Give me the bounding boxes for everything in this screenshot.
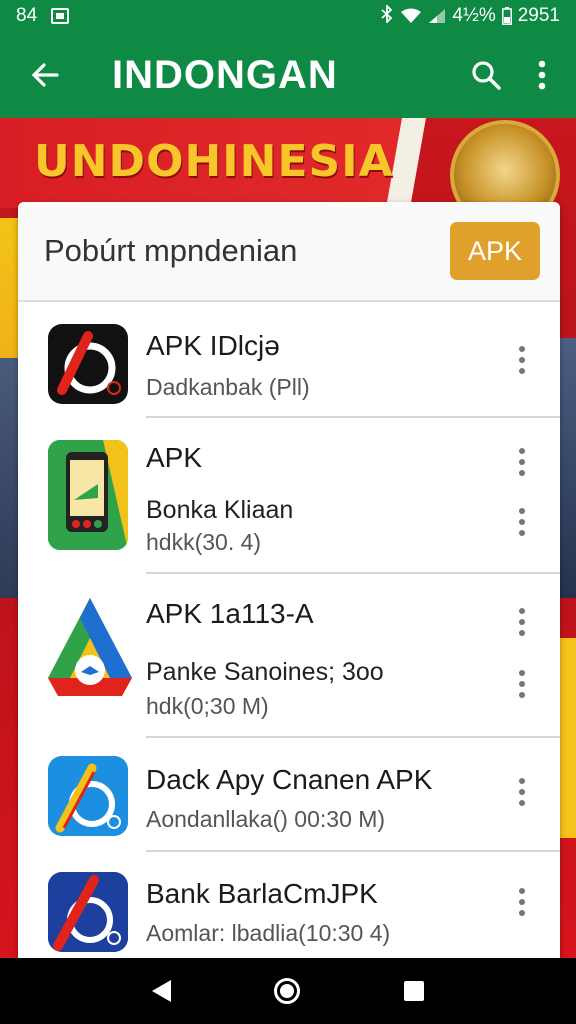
nav-recents-icon[interactable] — [404, 981, 425, 1001]
list-item[interactable]: Bank BarlaCmJPK Aomlar: lbadlia(10:30 4) — [18, 852, 560, 958]
battery-percent: 4½% — [452, 5, 496, 26]
list-item[interactable]: Dack Apy Cnanen APK Aondanllaka() 00:30 … — [18, 738, 560, 852]
system-nav-bar — [0, 958, 576, 1024]
item-subtitle: Aomlar: lbadlia(10:30 4) — [146, 920, 391, 946]
banner-title: UNDOHINESIA — [34, 136, 394, 187]
item-menu-icon[interactable] — [512, 342, 532, 378]
battery-icon — [501, 7, 512, 25]
list-item[interactable]: APK 1a113-A Panke Sanoines; 3oo hdk(0;30… — [18, 574, 560, 738]
bluetooth-icon — [380, 3, 394, 28]
app-list-card: Pobúrt mpndenian APK APK IDlcjə Dadkanb… — [18, 202, 560, 958]
item-name: APK IDlcjə — [146, 330, 280, 361]
item-menu-icon[interactable] — [512, 504, 532, 540]
app-logo-red-icon — [48, 324, 128, 404]
list-item[interactable]: APK Bonka Kliaan hdkk(30. 4) — [18, 418, 560, 574]
card-header: Pobúrt mpndenian APK — [18, 202, 560, 302]
more-options-button[interactable] — [514, 47, 570, 103]
item-text: Bank BarlaCmJPK Aomlar: lbadlia(10:30 4) — [146, 878, 390, 947]
item-subtitle: Panke Sanoines; 3oo — [146, 658, 384, 686]
item-text: APK Bonka Kliaan hdkk(30. 4) — [146, 442, 293, 556]
nav-home-icon[interactable] — [274, 978, 301, 1004]
nav-back-icon[interactable] — [151, 980, 171, 1002]
wifi-icon — [400, 8, 422, 24]
notification-icon — [51, 8, 70, 24]
status-left: 84 — [16, 5, 70, 27]
item-subtitle-2: hdkk(30. 4) — [146, 529, 262, 555]
item-text: APK 1a113-A Panke Sanoines; 3oo hdk(0;30… — [146, 598, 384, 720]
card-title: Pobúrt mpndenian — [44, 233, 298, 268]
search-icon — [472, 61, 501, 90]
more-vert-icon — [538, 60, 546, 90]
signal-icon — [428, 8, 446, 24]
item-menu-icon[interactable] — [512, 604, 532, 640]
status-time: 2951 — [517, 5, 560, 26]
item-subtitle: Dadkanbak (Pll) — [146, 374, 310, 400]
item-menu-icon[interactable] — [512, 774, 532, 810]
back-button[interactable] — [0, 32, 90, 118]
item-name: APK 1a113-A — [146, 598, 314, 629]
status-number: 84 — [16, 5, 38, 26]
item-name: Dack Apy Cnanen APK — [146, 764, 433, 795]
app-title: INDONGAN — [112, 52, 338, 97]
back-arrow-icon — [31, 63, 59, 87]
item-text: APK IDlcjə Dadkanbak (Pll) — [146, 330, 310, 401]
apk-chip-button[interactable]: APK — [450, 222, 540, 280]
item-subtitle: Aondanllaka() 00:30 M) — [146, 806, 386, 832]
bank-app-icon — [48, 872, 128, 952]
phone-app-icon — [48, 440, 128, 550]
blue-app-icon — [48, 756, 128, 836]
item-text: Dack Apy Cnanen APK Aondanllaka() 00:30 … — [146, 764, 432, 833]
item-subtitle-2: hdk(0;30 M) — [146, 693, 269, 719]
app-bar: INDONGAN — [0, 32, 576, 118]
drive-app-icon — [48, 596, 132, 706]
item-name: Bank BarlaCmJPK — [146, 878, 378, 909]
search-button[interactable] — [458, 47, 514, 103]
item-menu-icon[interactable] — [512, 444, 532, 480]
list-item[interactable]: APK IDlcjə Dadkanbak (Pll) — [18, 302, 560, 418]
status-right: 4½% 2951 — [380, 3, 560, 28]
item-menu-icon[interactable] — [512, 884, 532, 920]
item-menu-icon[interactable] — [512, 666, 532, 702]
status-bar: 84 4½% 2951 — [0, 0, 576, 32]
item-name: APK — [146, 442, 203, 473]
item-subtitle: Bonka Kliaan — [146, 496, 294, 524]
